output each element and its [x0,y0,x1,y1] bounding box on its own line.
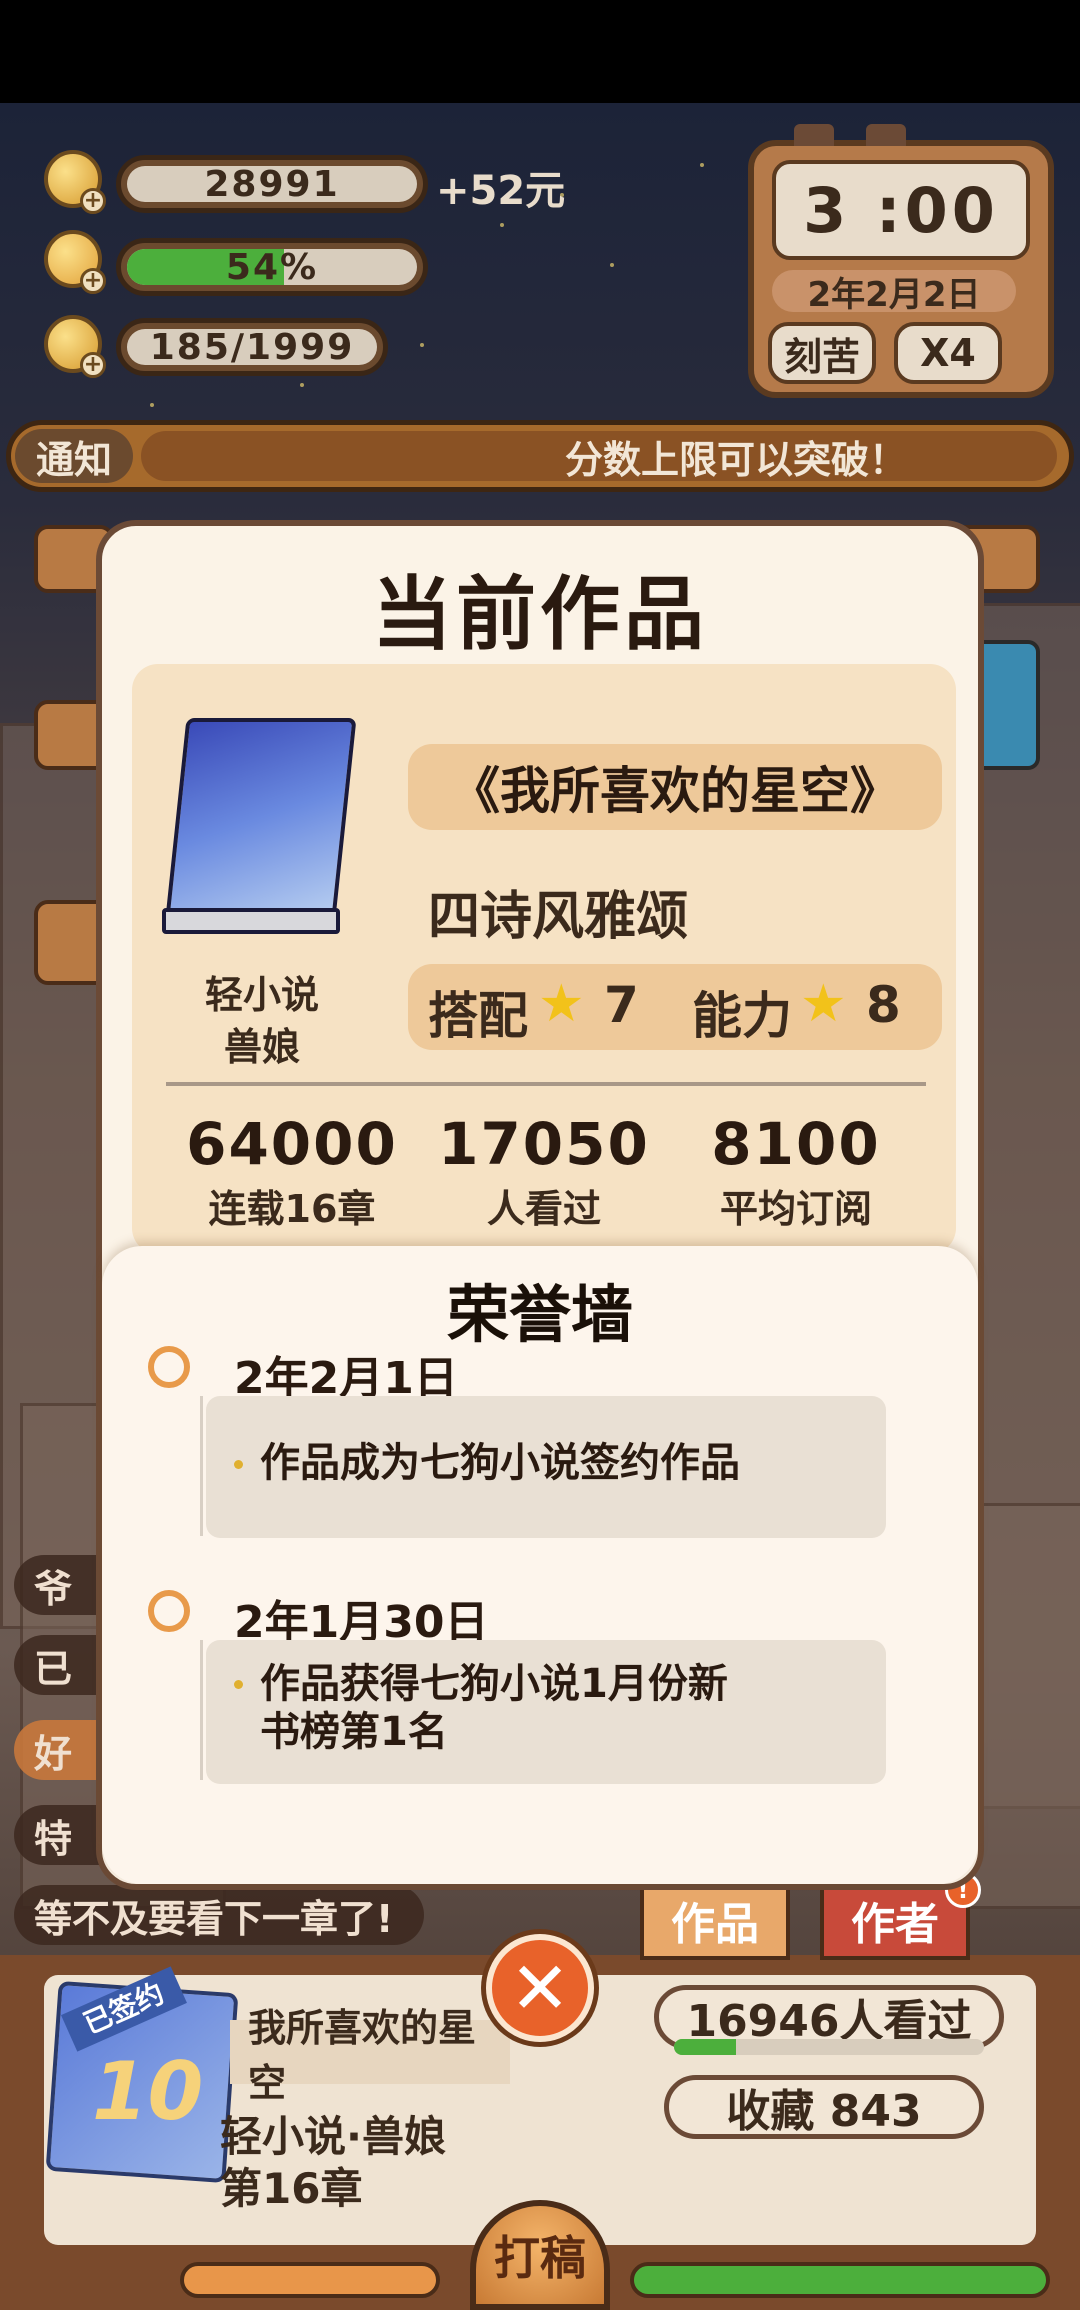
honor-entry-card: 作品成为七狗小说签约作品 [206,1396,886,1538]
stat-subscriptions-label: 平均订阅 [719,1187,872,1231]
clock-top-knob-left [794,124,834,146]
book-genre-primary: 轻小说 [204,973,319,1017]
close-button[interactable]: ✕ [486,1934,594,2042]
stat-viewers-value: 17050 [438,1110,650,1178]
bullet-dot [234,1680,243,1689]
stat-subscriptions-value: 8100 [711,1110,881,1178]
book-title-pill: 《我所喜欢的星空》 [408,744,942,830]
honor-wall: 荣誉墙 2年2月1日 作品成为七狗小说签约作品 2年1月30日 作品获得七狗小说… [102,1246,978,1884]
comment-chip-last: 等不及要看下一章了! [14,1885,424,1945]
inspiration-bar: 185/1999 [116,318,388,376]
add-coins-icon[interactable]: + [80,188,106,214]
energy-value: 54% [225,249,319,285]
book-name-ribbon: 我所喜欢的星空 [230,2006,510,2105]
speed-button[interactable]: X4 [894,322,1002,384]
chapter-number: 10 [92,2045,204,2138]
ability-label: 能力 [692,987,792,1045]
bottom-right-progress-bar [630,2262,1050,2298]
timeline-line [200,1396,203,1536]
status-bar-blank [0,0,1080,103]
coins-value: 28991 [204,166,340,202]
book-chapter-line: 第16章 [220,2164,363,2213]
book-title: 《我所喜欢的星空》 [450,762,900,820]
notice-label-pill: 通知 [15,429,133,483]
current-work-dialog: 当前作品 轻小说 兽娘 《我所喜欢的星空》 四诗风雅颂 搭配 ★ 7 能力 ★ … [96,520,984,1890]
match-value: 7 [604,976,639,1034]
bullet-dot [234,1460,243,1469]
notice-text-track: 分数上限可以突破！ [141,431,1057,482]
notice-text: 分数上限可以突破！ [564,437,907,482]
clock-icon [148,1346,190,1388]
work-mode-button[interactable]: 刻苦 [768,322,876,384]
timeline-line [200,1640,203,1780]
stat-serialized: 64000 连载16章 [182,1110,402,1233]
favorites-text: 收藏 843 [726,2086,922,2137]
honor-entry-text: 作品获得七狗小说1月份新书榜第1名 [260,1661,728,1755]
ability-value: 8 [866,976,901,1034]
add-energy-icon[interactable]: + [80,268,106,294]
book-name: 我所喜欢的星空 [248,2006,477,2105]
honor-entry-card: 作品获得七狗小说1月份新书榜第1名 [206,1640,886,1784]
stat-serialized-label: 连载16章 [208,1187,376,1231]
clock-time-display: 3 :00 [772,160,1030,260]
inspiration-value: 185/1999 [149,329,355,365]
energy-bar: 54% [116,238,428,296]
match-label: 搭配 [428,987,528,1045]
add-inspiration-icon[interactable]: + [80,352,106,378]
clock-icon [148,1590,190,1632]
tab-works-label: 作品 [671,1899,759,1950]
notice-bar[interactable]: 通知 分数上限可以突破！ [6,420,1074,492]
stat-viewers-label: 人看过 [486,1187,601,1231]
coins-bar: 28991 [116,155,428,213]
stat-serialized-value: 64000 [186,1110,398,1178]
tab-author-label: 作者 [851,1899,939,1950]
bottom-left-progress-bar [180,2262,440,2298]
book-tagline: 四诗风雅颂 [428,887,689,947]
clock-top-knob-right [866,124,906,146]
clock-date-pill: 2年2月2日 [772,270,1016,315]
write-button-label: 打稿 [494,2231,586,2285]
close-icon: ✕ [509,1946,571,2030]
info-divider [166,1082,926,1086]
clock-time: 3 :00 [803,173,999,247]
viewers-progress-fill [674,2039,736,2055]
star-icon-ability: ★ [800,974,847,1034]
book-genre-secondary: 兽娘 [223,1025,300,1069]
stat-subscriptions: 8100 平均订阅 [686,1110,906,1233]
honor-entry-text: 作品成为七狗小说签约作品 [260,1440,740,1486]
clock-date: 2年2月2日 [807,274,981,315]
favorites-pill: 收藏 843 [664,2075,984,2139]
rating-pill: 搭配 ★ 7 能力 ★ 8 [408,964,942,1050]
game-clock: 3 :00 2年2月2日 刻苦 X4 [748,124,1054,398]
viewers-progress-track [674,2039,984,2055]
notice-label: 通知 [35,437,112,482]
star-icon-match: ★ [538,974,585,1034]
income-text: +52元 [436,168,566,214]
book-cover-image [156,718,357,948]
dialog-title: 当前作品 [372,568,708,661]
work-info-box: 轻小说 兽娘 《我所喜欢的星空》 四诗风雅颂 搭配 ★ 7 能力 ★ 8 640… [132,664,956,1254]
tab-works[interactable]: 作品 [640,1880,790,1960]
stat-viewers: 17050 人看过 [434,1110,654,1233]
honor-wall-title: 荣誉墙 [446,1278,633,1351]
